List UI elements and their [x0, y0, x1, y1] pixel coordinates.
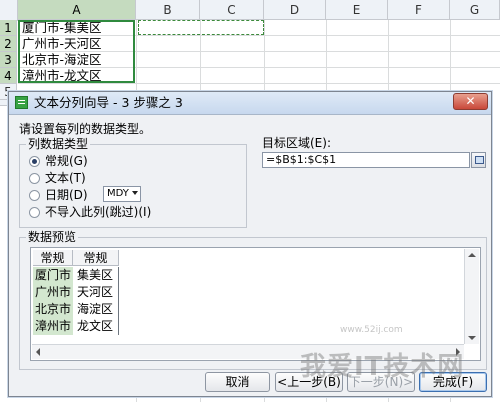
radio-skip[interactable]: [29, 207, 40, 218]
range-picker-icon[interactable]: [471, 152, 486, 168]
column-header-a[interactable]: A: [18, 0, 136, 20]
radio-general[interactable]: [29, 156, 40, 167]
preview-cell: 漳州市: [33, 318, 73, 335]
column-header-c[interactable]: C: [200, 0, 264, 20]
preview-header-col1[interactable]: 常规: [33, 250, 73, 266]
chevron-down-icon: [132, 191, 138, 195]
column-header-f[interactable]: F: [388, 0, 450, 20]
radio-skip-label[interactable]: 不导入此列(跳过)(I): [45, 205, 151, 219]
preview-cell: 集美区: [77, 268, 114, 282]
column-header-d[interactable]: D: [264, 0, 326, 20]
scroll-up-icon[interactable]: [468, 253, 476, 257]
preview-cell: 广州市: [33, 284, 73, 301]
preview-cell: 海淀区: [77, 302, 114, 316]
preview-legend: 数据预览: [26, 230, 79, 244]
row-header-2[interactable]: 2: [0, 36, 17, 52]
watermark-url: www.52ij.com: [340, 325, 403, 335]
data-preview-pane[interactable]: 常规 常规 厦门市 集美区 广州市 天河区 北京市 海淀区 漳州市 龙文区: [30, 247, 481, 361]
column-header-b[interactable]: B: [136, 0, 200, 20]
column-type-legend: 列数据类型: [26, 137, 91, 151]
preview-column-divider: [118, 267, 119, 335]
column-header-g[interactable]: G: [450, 0, 500, 20]
preview-cell: 北京市: [33, 301, 73, 318]
column-header-e[interactable]: E: [326, 0, 388, 20]
date-format-select[interactable]: MDY: [103, 186, 141, 202]
date-format-value: MDY: [107, 188, 129, 199]
row-header-3[interactable]: 3: [0, 52, 17, 68]
watermark-logo: 我爱IT技术网: [300, 352, 465, 382]
dialog-title: 文本分列向导 - 3 步骤之 3: [34, 95, 183, 110]
destination-input[interactable]: =$B$1:$C$1: [262, 152, 470, 168]
radio-text[interactable]: [29, 173, 40, 184]
radio-date[interactable]: [29, 190, 40, 201]
row-header-1[interactable]: 1: [0, 20, 17, 36]
preview-header-col2[interactable]: 常规: [73, 250, 119, 266]
destination-marquee: [138, 20, 264, 35]
radio-general-label[interactable]: 常规(G): [45, 154, 88, 168]
preview-cell: 龙文区: [77, 319, 114, 333]
close-button[interactable]: ✕: [453, 93, 488, 110]
preview-cell: 厦门市: [33, 267, 73, 284]
radio-text-label[interactable]: 文本(T): [45, 171, 86, 185]
row-header-4[interactable]: 4: [0, 68, 17, 84]
select-all-corner[interactable]: [0, 0, 18, 21]
dialog-titlebar[interactable]: 文本分列向导 - 3 步骤之 3 ✕: [9, 92, 491, 115]
instruction-text: 请设置每列的数据类型。: [19, 122, 152, 136]
preview-vertical-scrollbar[interactable]: [464, 249, 479, 344]
cancel-button[interactable]: 取消: [205, 372, 270, 392]
scroll-left-icon[interactable]: [36, 348, 40, 356]
selected-range: [18, 20, 135, 83]
destination-label: 目标区域(E):: [262, 136, 331, 150]
spreadsheet-app-icon: [15, 96, 28, 109]
preview-cell: 天河区: [77, 285, 114, 299]
radio-date-label[interactable]: 日期(D): [45, 188, 88, 202]
scroll-down-icon[interactable]: [468, 336, 476, 340]
